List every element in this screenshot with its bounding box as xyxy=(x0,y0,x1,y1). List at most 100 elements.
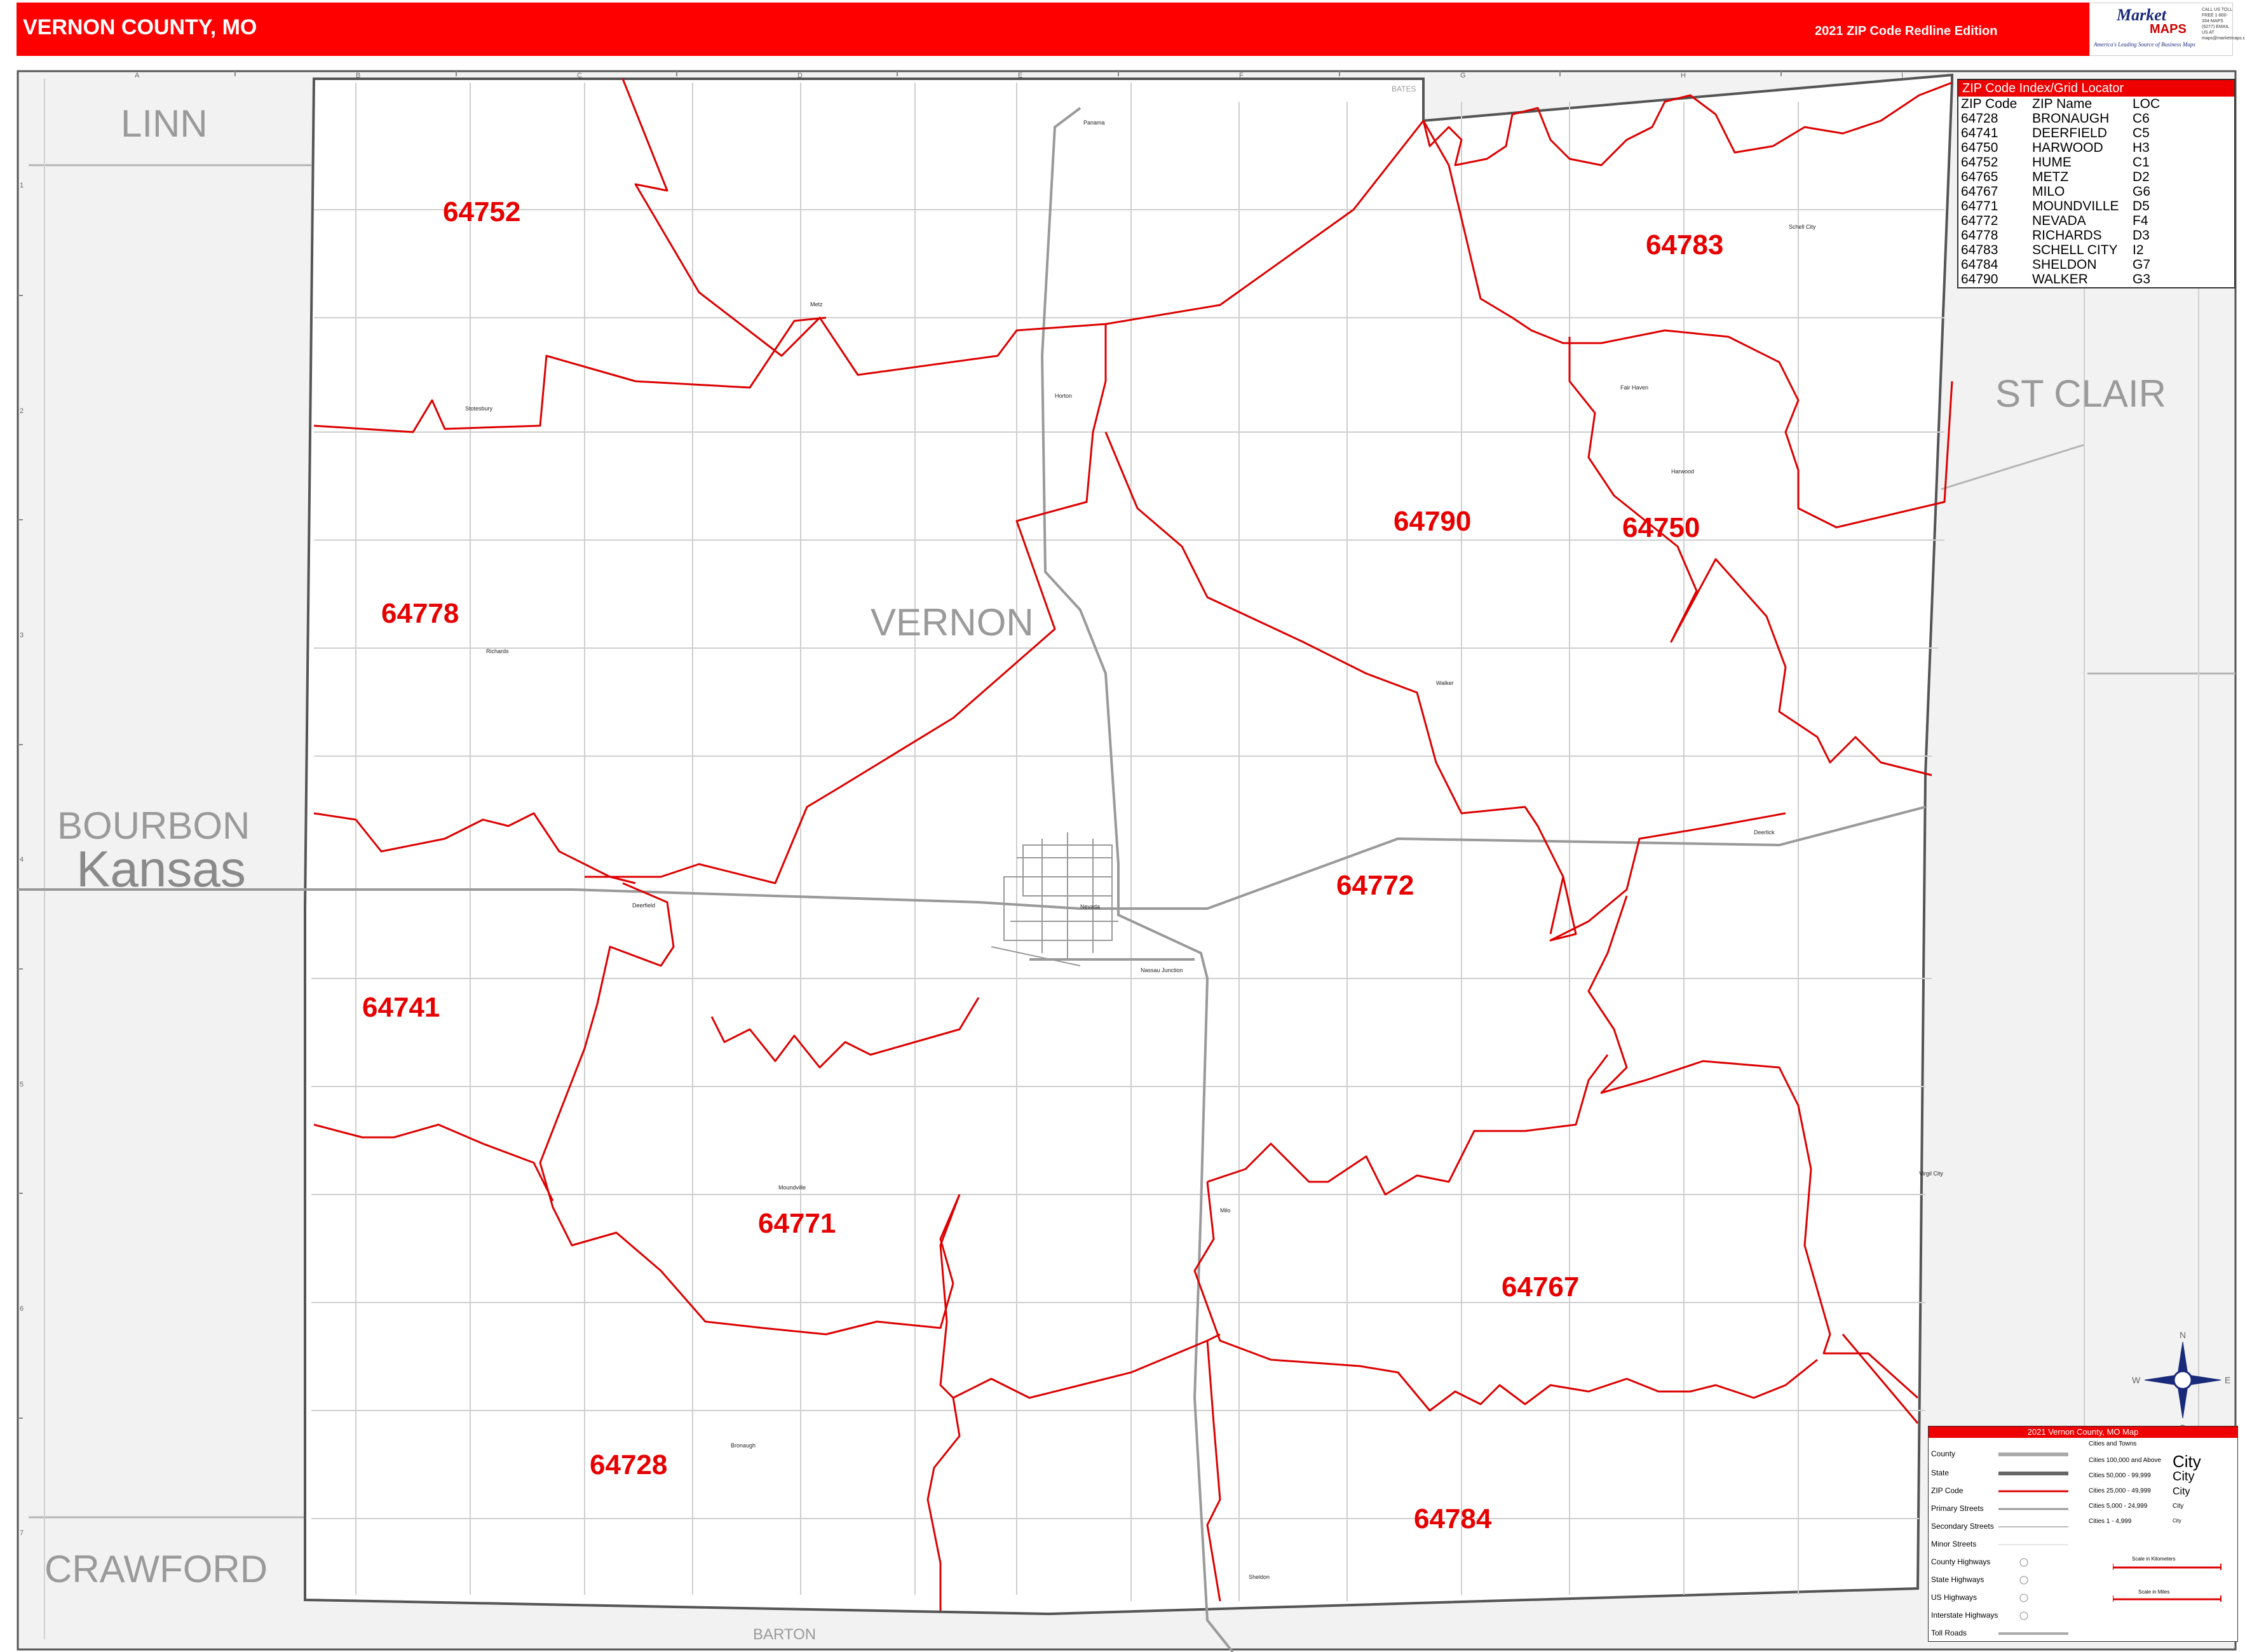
legend-scale-km: Scale in Kilometers xyxy=(2132,1556,2176,1562)
index-header-name: ZIP Name xyxy=(2032,97,2092,111)
index-zip: 64772 xyxy=(1961,213,1998,228)
legend-title: 2021 Vernon County, MO Map xyxy=(1929,1426,2237,1438)
legend-interstate: Interstate Highways xyxy=(1931,1611,1998,1620)
index-name: MILO xyxy=(2032,184,2065,199)
town-panama: Panama xyxy=(1083,119,1105,126)
town-nevada: Nevada xyxy=(1080,904,1100,910)
index-loc: I2 xyxy=(2133,243,2144,257)
index-zip: 64728 xyxy=(1961,111,1998,126)
town-schell-city: Schell City xyxy=(1789,224,1816,230)
index-zip: 64752 xyxy=(1961,155,1998,170)
grid-col-e: E xyxy=(1018,72,1022,79)
legend-primary: Primary Streets xyxy=(1931,1504,1984,1513)
index-row: 64772 NEVADA F4 xyxy=(1961,213,2171,228)
legend-city-tier-1: Cities 100,000 and Above xyxy=(2089,1457,2161,1464)
legend-minor: Minor Streets xyxy=(1931,1540,1977,1548)
index-name: MOUNDVILLE xyxy=(2032,199,2119,213)
legend-county-hwy: County Highways xyxy=(1931,1557,1991,1566)
index-loc: C6 xyxy=(2133,111,2150,126)
legend-scale-mi: Scale in Miles xyxy=(2138,1589,2170,1595)
compass-e: E xyxy=(2225,1375,2230,1385)
index-loc: D2 xyxy=(2133,170,2150,184)
legend-city-sample-3: City xyxy=(2173,1486,2190,1497)
town-deerfield: Deerfield xyxy=(632,902,655,909)
legend-city-tier-5: Cities 1 - 4,999 xyxy=(2089,1518,2132,1525)
legend-city-sample-5: City xyxy=(2173,1518,2181,1524)
county-label-st-clair: ST CLAIR xyxy=(1995,372,2166,415)
legend-city-sample-4: City xyxy=(2173,1503,2184,1510)
legend-us-hwy: US Highways xyxy=(1931,1593,1977,1602)
legend-city-sample-2: City xyxy=(2173,1470,2195,1484)
county-label-crawford: CRAWFORD xyxy=(44,1548,268,1590)
index-loc: F4 xyxy=(2133,213,2148,228)
town-virgil-city: Virgil City xyxy=(1919,1170,1943,1177)
index-name: BRONAUGH xyxy=(2032,111,2110,126)
town-bronaugh: Bronaugh xyxy=(731,1442,756,1449)
compass-w: W xyxy=(2132,1375,2141,1385)
zip-label-64784: 64784 xyxy=(1414,1503,1492,1534)
grid-col-h: H xyxy=(1681,72,1686,79)
grid-col-a: A xyxy=(135,72,140,79)
index-row: 64750 HARWOOD H3 xyxy=(1961,140,2171,155)
town-horton: Horton xyxy=(1055,393,1072,399)
index-name: HARWOOD xyxy=(2032,140,2103,155)
index-row: 64765 METZ D2 xyxy=(1961,170,2171,184)
zip-label-64771: 64771 xyxy=(758,1208,836,1239)
county-label-bates: BATES xyxy=(1392,85,1416,93)
index-row: 64767 MILO G6 xyxy=(1961,184,2171,199)
legend-state: State xyxy=(1931,1468,1950,1477)
index-zip: 64783 xyxy=(1961,243,1998,257)
index-header-zip: ZIP Code xyxy=(1961,97,2018,111)
index-loc: G7 xyxy=(2133,257,2151,272)
town-walker: Walker xyxy=(1436,680,1454,686)
index-zip: 64767 xyxy=(1961,184,1998,199)
county-label-vernon: VERNON xyxy=(871,601,1034,644)
index-row: 64752 HUME C1 xyxy=(1961,155,2171,170)
county-label-barton: BARTON xyxy=(753,1626,816,1643)
index-loc: H3 xyxy=(2133,140,2150,155)
zip-label-64752: 64752 xyxy=(443,196,520,227)
compass-n: N xyxy=(2180,1330,2186,1340)
grid-col-f: F xyxy=(1239,72,1244,79)
index-header-loc: LOC xyxy=(2133,97,2160,111)
grid-col-c: C xyxy=(577,72,582,79)
grid-col-i: I xyxy=(1901,72,1903,79)
index-row: 64741 DEERFIELD C5 xyxy=(1961,126,2171,140)
index-row: 64728 BRONAUGH C6 xyxy=(1961,111,2171,126)
town-sheldon: Sheldon xyxy=(1249,1574,1270,1580)
town-fair-haven: Fair Haven xyxy=(1620,384,1648,391)
legend-scale-bars xyxy=(2113,1564,2221,1602)
zip-label-64790: 64790 xyxy=(1394,506,1471,537)
zip-label-64728: 64728 xyxy=(590,1449,667,1480)
legend-state-hwy: State Highways xyxy=(1931,1575,1984,1584)
town-nassau-junction: Nassau Junction xyxy=(1141,967,1183,973)
legend-cities-title: Cities and Towns xyxy=(2089,1440,2137,1447)
town-stotesbury: Stotesbury xyxy=(465,405,493,412)
index-loc: G3 xyxy=(2133,272,2151,287)
town-metz: Metz xyxy=(810,301,823,308)
index-row: 64771 MOUNDVILLE D5 xyxy=(1961,199,2171,213)
index-zip: 64741 xyxy=(1961,126,1998,140)
index-name: NEVADA xyxy=(2032,213,2086,228)
index-name: WALKER xyxy=(2032,272,2088,287)
county-label-linn: LINN xyxy=(121,102,208,145)
index-zip: 64771 xyxy=(1961,199,1998,213)
legend-city-tier-2: Cities 50,000 - 99,999 xyxy=(2089,1472,2151,1479)
index-loc: C1 xyxy=(2133,155,2150,170)
county-map[interactable]: A B C D E F G H I 1 2 3 4 5 6 7 LINN ST … xyxy=(0,0,2245,1652)
town-milo: Milo xyxy=(1220,1207,1231,1214)
grid-col-d: D xyxy=(797,72,803,79)
zip-label-64772: 64772 xyxy=(1336,870,1414,901)
index-name: DEERFIELD xyxy=(2032,126,2107,140)
zip-index-table: ZIP Code Index/Grid Locator ZIP Code ZIP… xyxy=(1957,79,2235,288)
index-row: 64790 WALKER G3 xyxy=(1961,272,2171,287)
index-zip: 64790 xyxy=(1961,272,1998,287)
town-harwood: Harwood xyxy=(1671,468,1694,475)
index-row: 64783 SCHELL CITY I2 xyxy=(1961,243,2171,257)
index-zip: 64784 xyxy=(1961,257,1998,272)
town-richards: Richards xyxy=(486,648,509,654)
index-name: RICHARDS xyxy=(2032,228,2102,243)
index-zip: 64750 xyxy=(1961,140,1998,155)
legend-zip: ZIP Code xyxy=(1931,1486,1964,1495)
legend-city-tier-3: Cities 25,000 - 49,999 xyxy=(2089,1487,2151,1494)
